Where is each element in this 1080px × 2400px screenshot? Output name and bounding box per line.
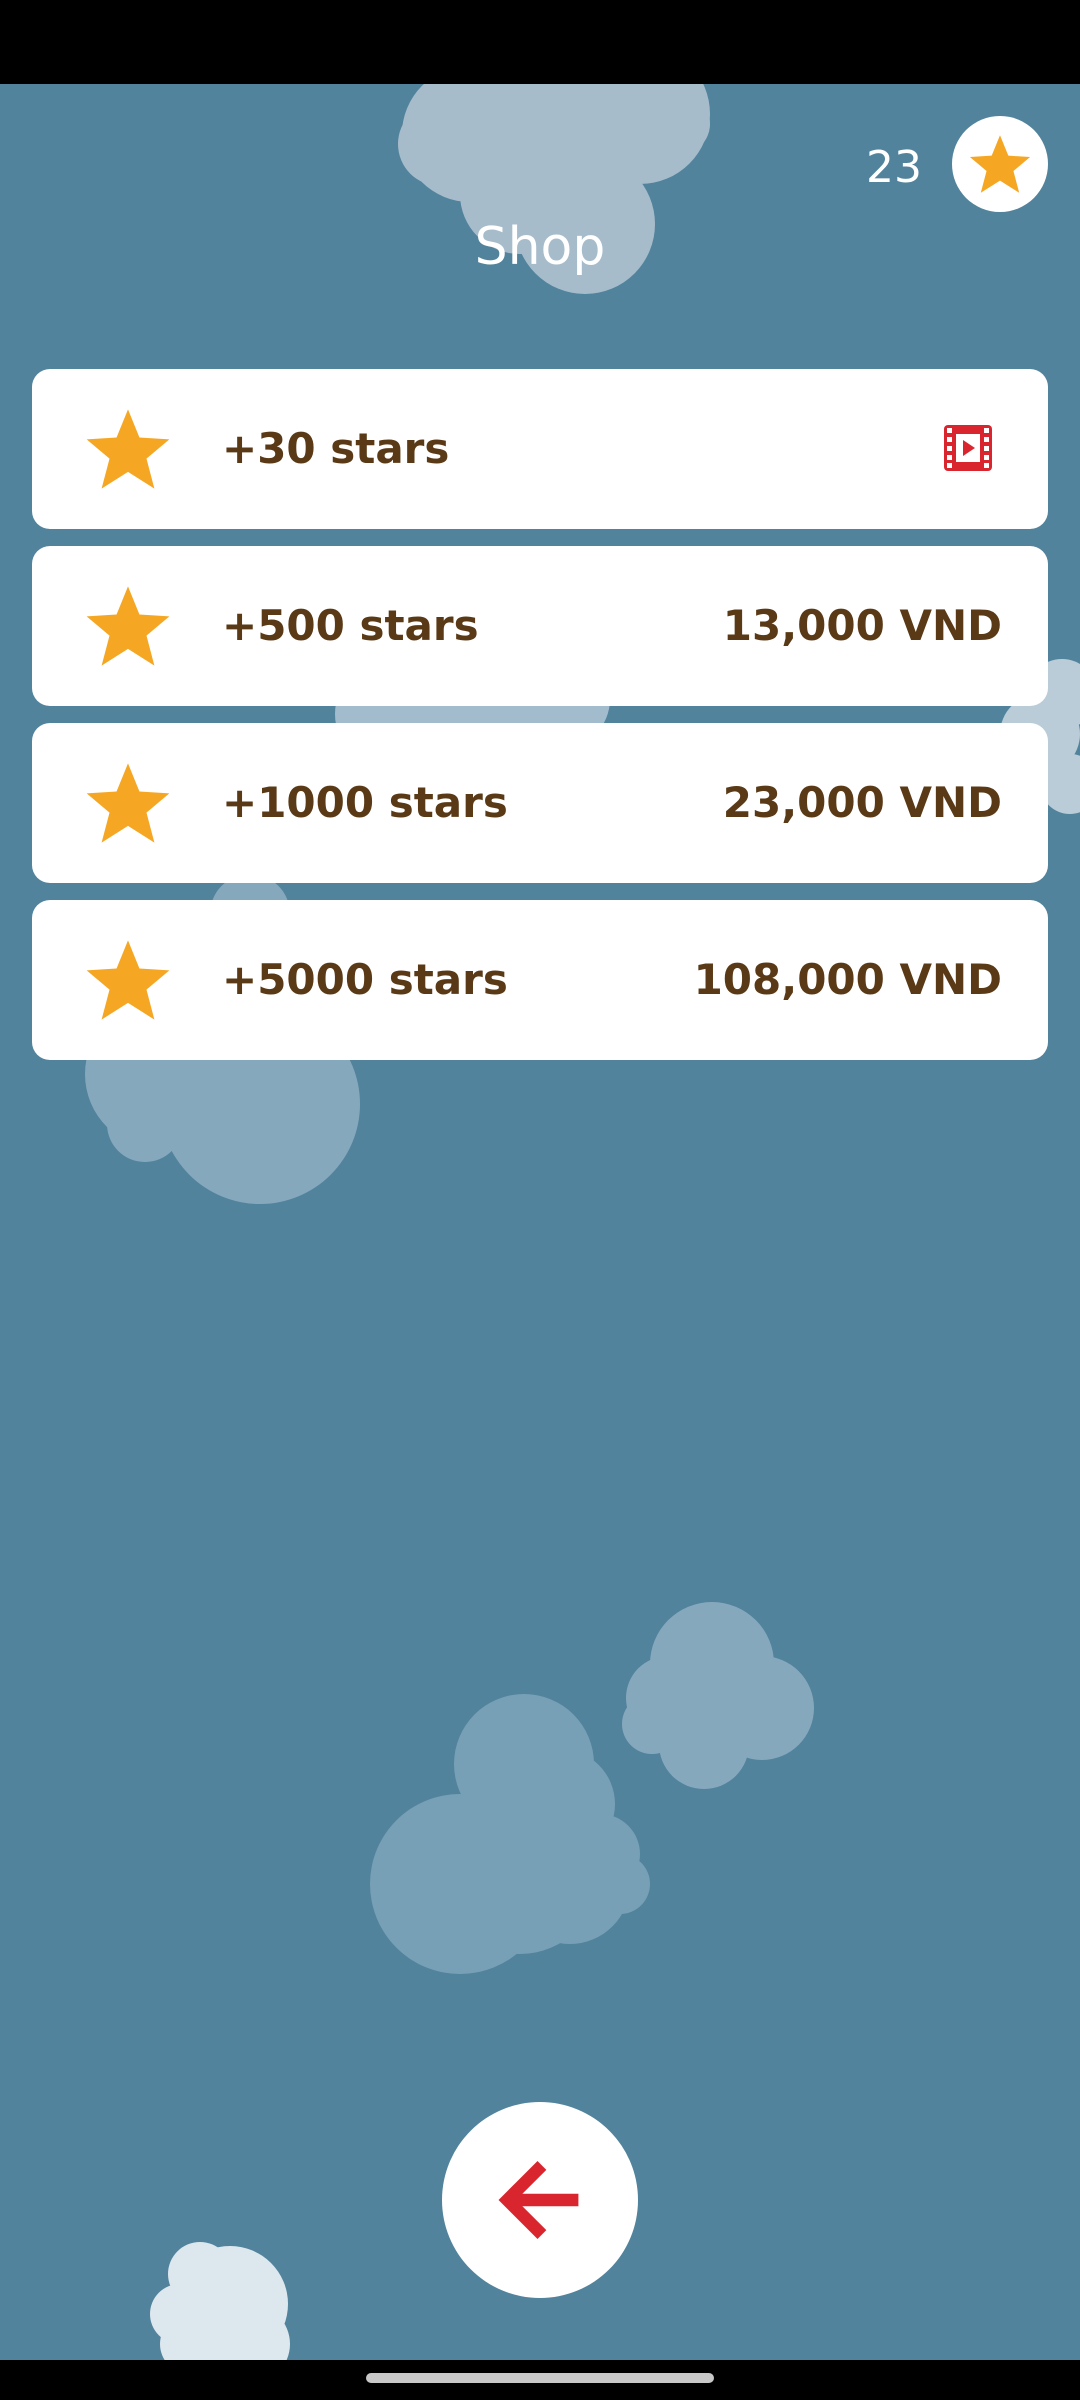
cloud-center-lower [370,1694,650,1974]
cloud-right-lower [622,1602,814,1789]
star-icon [86,940,170,1020]
shop-item-500-stars[interactable]: +500 stars 13,000 VND [32,546,1048,706]
shop-item-1000-stars[interactable]: +1000 stars 23,000 VND [32,723,1048,883]
item-label: +500 stars [222,601,479,650]
cloud-bottom [150,2242,290,2360]
star-icon [969,135,1031,193]
shop-screen: 23 Shop +30 stars +500 stars 13,000 VND … [0,84,1080,2360]
item-price: 108,000 VND [693,955,1002,1004]
item-label: +5000 stars [222,955,508,1004]
star-icon [86,409,170,489]
app-screen: 23 Shop +30 stars +500 stars 13,000 VND … [0,0,1080,2400]
status-bar [0,0,1080,84]
shop-item-5000-stars[interactable]: +5000 stars 108,000 VND [32,900,1048,1060]
star-balance-badge [952,116,1048,212]
back-button[interactable] [442,2102,638,2298]
star-icon [86,586,170,666]
video-ad-icon [944,425,992,471]
star-icon [86,763,170,843]
page-title: Shop [474,217,606,277]
home-indicator[interactable] [366,2373,714,2383]
shop-item-30-stars[interactable]: +30 stars [32,369,1048,529]
item-label: +1000 stars [222,778,508,827]
back-arrow-icon [498,2161,579,2239]
item-price: 13,000 VND [722,601,1002,650]
item-price: 23,000 VND [722,778,1002,827]
star-count: 23 [866,142,922,193]
item-label: +30 stars [222,424,450,473]
